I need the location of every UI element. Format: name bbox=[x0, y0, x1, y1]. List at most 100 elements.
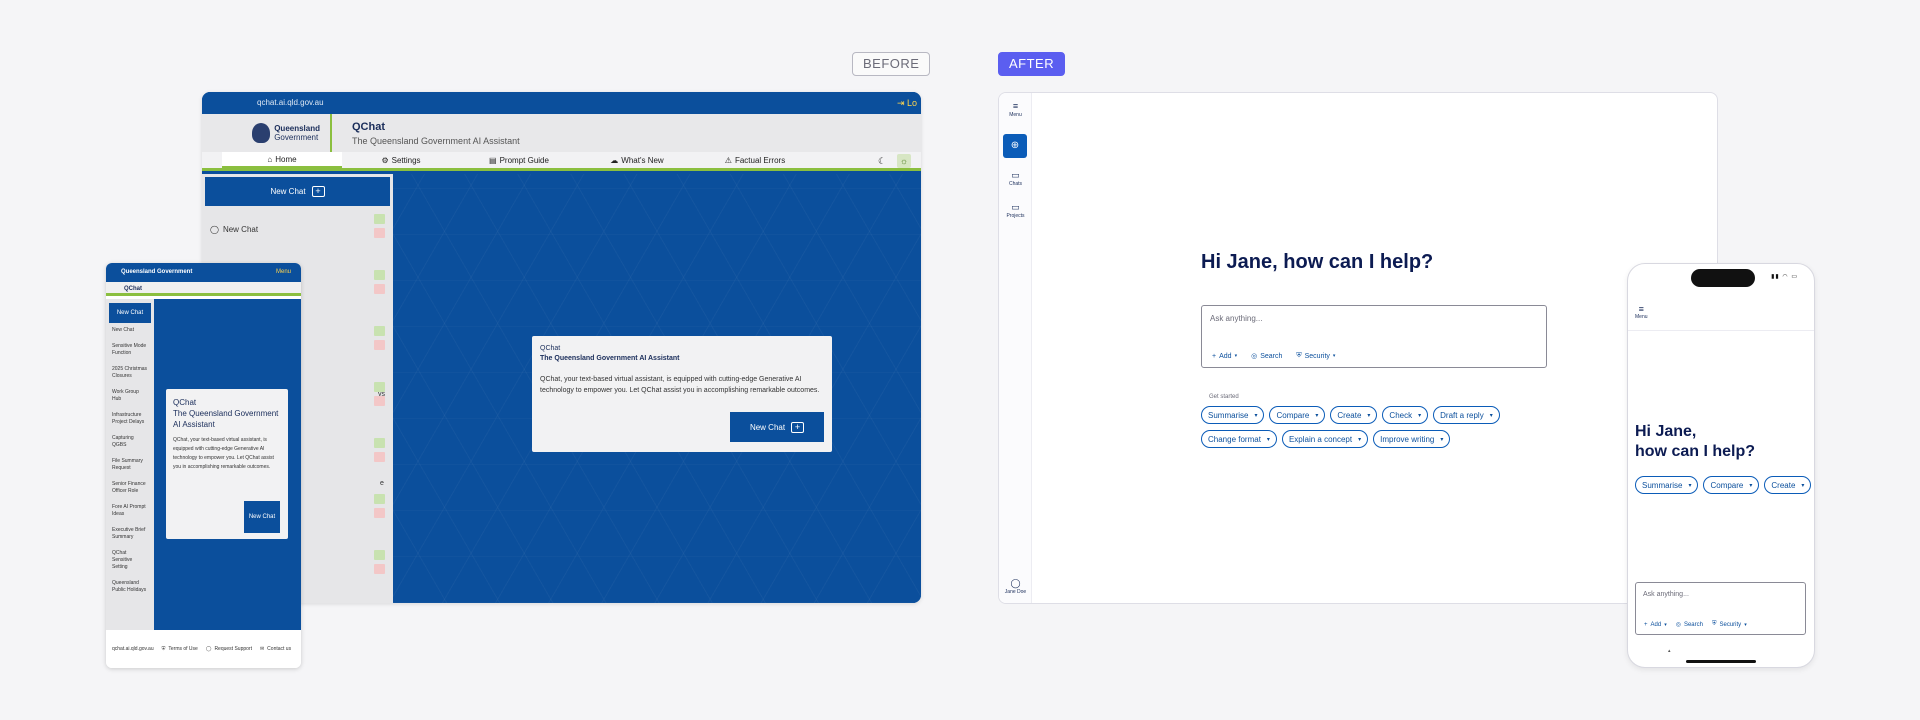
moon-icon[interactable]: ☾ bbox=[875, 154, 889, 168]
edit-icon[interactable] bbox=[374, 438, 385, 448]
delete-icon[interactable] bbox=[374, 564, 385, 574]
sidebar-chat-item[interactable]: File Summary Request bbox=[106, 458, 154, 472]
ask-input[interactable]: Ask anything... + Add ▾ ◎ Search ⛨ Security ▾ bbox=[1635, 582, 1806, 635]
new-chat-button[interactable]: New Chat + bbox=[205, 177, 390, 206]
chats-icon: ▭ bbox=[1011, 170, 1020, 180]
sun-icon[interactable]: ☼ bbox=[897, 154, 911, 168]
card-subtitle: The Queensland Government AI Assistant bbox=[173, 409, 279, 429]
edit-icon[interactable] bbox=[374, 214, 385, 224]
prompt-chip[interactable]: Summarise ▾ bbox=[1635, 476, 1699, 494]
after-desktop-window: ≡ Menu ⊕ ▭ Chats ▭ Projects ◯ Jane Doe Hi Ja… bbox=[998, 92, 1718, 604]
sidebar-chat-item[interactable]: New Chat bbox=[106, 327, 154, 334]
sidebar-item-new-chat[interactable]: ◯ New Chat bbox=[210, 225, 258, 234]
crest-icon bbox=[252, 123, 271, 143]
security-button[interactable]: ⛨ Security ▾ bbox=[1712, 621, 1747, 628]
prompt-chip[interactable]: Compare ▾ bbox=[1269, 406, 1326, 424]
sidebar-chat-item[interactable]: Work Group Hub bbox=[106, 389, 154, 403]
welcome-card: QChat The Queensland Government AI Assist… bbox=[532, 336, 832, 452]
site-url: qchat.ai.qld.gov.au bbox=[257, 98, 324, 107]
sidebar-chat-item[interactable]: 2025 Christmas Closures bbox=[106, 366, 154, 380]
edit-icon[interactable] bbox=[374, 326, 385, 336]
before-label: BEFORE bbox=[852, 52, 931, 76]
prompt-chip[interactable]: Improve writing ▾ bbox=[1373, 430, 1451, 448]
chip-label: Create bbox=[1337, 410, 1362, 420]
edit-icon[interactable] bbox=[374, 270, 385, 280]
prompt-chip[interactable]: Create ▾ bbox=[1764, 476, 1812, 494]
nav-home[interactable]: ⌂ Home bbox=[222, 152, 342, 168]
nav-rail: ≡ Menu ⊕ ▭ Chats ▭ Projects bbox=[999, 93, 1032, 603]
chip-label: Draft a reply bbox=[1440, 410, 1484, 420]
nav-whats-new[interactable]: ☁ What's New bbox=[578, 152, 696, 168]
delete-icon[interactable] bbox=[374, 284, 385, 294]
delete-icon[interactable] bbox=[374, 396, 385, 406]
prompt-chip[interactable]: Summarise ▾ bbox=[1201, 406, 1265, 424]
ask-placeholder: Ask anything... bbox=[1210, 314, 1263, 323]
prompt-chip[interactable]: Compare ▾ bbox=[1703, 476, 1760, 494]
sidebar-chat-item[interactable]: QChat Sensitive Setting bbox=[106, 550, 154, 571]
rail-chats[interactable]: ▭ Chats bbox=[999, 170, 1032, 187]
chevron-down-icon: ▾ bbox=[1367, 412, 1371, 419]
hamburger-icon: ≡ bbox=[1012, 101, 1019, 111]
sidebar-chat-item[interactable]: Senior Finance Officer Role bbox=[106, 481, 154, 495]
user-profile[interactable]: ◯ Jane Doe bbox=[999, 578, 1032, 595]
edit-icon[interactable] bbox=[374, 550, 385, 560]
sidebar-chat-item[interactable]: Executive Brief Summary bbox=[106, 527, 154, 541]
security-button[interactable]: ⛨ Security ▾ bbox=[1296, 352, 1335, 360]
delete-icon[interactable] bbox=[374, 228, 385, 238]
warning-icon: ⚠ bbox=[724, 155, 732, 165]
greeting: Hi Jane, how can I help? bbox=[1635, 423, 1756, 460]
ask-input[interactable]: Ask anything... + Add ▾ ◎ Search ⛨ Security ▾ bbox=[1201, 305, 1547, 368]
user-settings-icon: ⚙ bbox=[381, 155, 389, 165]
sidebar-chat-item[interactable]: Fore AI Prompt Ideas bbox=[106, 504, 154, 518]
prompt-chip[interactable]: Draft a reply ▾ bbox=[1433, 406, 1500, 424]
nav-prompt-guide[interactable]: ▤ Prompt Guide bbox=[460, 152, 578, 168]
nav-settings[interactable]: ⚙ Settings bbox=[342, 152, 460, 168]
before-mobile-window: Queensland Government Menu QChat New Cha… bbox=[106, 263, 301, 668]
logout-link[interactable]: ⇥ Lo bbox=[897, 92, 921, 114]
app-title: QChat bbox=[352, 120, 385, 133]
card-body: QChat, your text-based virtual assistant… bbox=[173, 437, 274, 470]
search-button[interactable]: ◎ Search bbox=[1251, 352, 1282, 361]
footer-terms-link[interactable]: ⛨ Terms of Use bbox=[162, 646, 198, 652]
rail-projects[interactable]: ▭ Projects bbox=[999, 202, 1032, 219]
shield-icon: ⛨ bbox=[1711, 621, 1717, 627]
sidebar-chat-item[interactable]: Capturing QGBS bbox=[106, 435, 154, 449]
chip-label: Summarise bbox=[1208, 410, 1249, 420]
delete-icon[interactable] bbox=[374, 452, 385, 462]
chip-label: Compare bbox=[1710, 480, 1744, 490]
delete-icon[interactable] bbox=[374, 508, 385, 518]
new-chat-button[interactable]: New Chat bbox=[109, 303, 151, 323]
footer-contact-link[interactable]: ✉ Contact us bbox=[260, 646, 291, 652]
rail-menu[interactable]: ≡ Menu bbox=[999, 101, 1032, 118]
header-divider bbox=[1628, 330, 1814, 331]
delete-icon[interactable] bbox=[374, 340, 385, 350]
chevron-down-icon: ▾ bbox=[1801, 482, 1805, 489]
nav-factual-errors[interactable]: ⚠ Factual Errors bbox=[696, 152, 814, 168]
sidebar-chat-item[interactable]: Sensitive Mode Function bbox=[106, 343, 154, 357]
document-icon: ▤ bbox=[489, 155, 497, 165]
help-icon: ◯ bbox=[205, 646, 212, 652]
prompt-chip[interactable]: Create ▾ bbox=[1330, 406, 1378, 424]
qld-gov-logo[interactable]: Queensland Government bbox=[202, 114, 332, 152]
chip-label: Compare bbox=[1276, 410, 1310, 420]
sidebar-chat-item[interactable]: Infrastructure Project Delays bbox=[106, 412, 154, 426]
prompt-chip[interactable]: Check ▾ bbox=[1382, 406, 1429, 424]
search-button[interactable]: ◎ Search bbox=[1676, 621, 1703, 629]
footer-url[interactable]: qchat.ai.qld.gov.au bbox=[112, 646, 154, 652]
add-button[interactable]: + Add ▾ bbox=[1212, 352, 1237, 360]
edit-icon[interactable] bbox=[374, 494, 385, 504]
add-button[interactable]: + Add ▾ bbox=[1644, 621, 1667, 628]
prompt-chip[interactable]: Explain a concept ▾ bbox=[1281, 430, 1369, 448]
footer-support-link[interactable]: ◯ Request Support bbox=[206, 646, 252, 652]
card-new-chat-button[interactable]: New Chat + bbox=[730, 412, 824, 442]
prompt-chip[interactable]: Change format ▾ bbox=[1201, 430, 1277, 448]
new-chat-rail-button[interactable]: ⊕ bbox=[1003, 134, 1027, 158]
chip-label: Explain a concept bbox=[1288, 434, 1353, 444]
sidebar-chat-item[interactable]: Queensland Public Holidays bbox=[106, 580, 154, 594]
menu-button[interactable]: Menu bbox=[276, 263, 291, 282]
mobile-menu[interactable]: ≡ Menu bbox=[1635, 304, 1648, 320]
mobile-app-title: QChat bbox=[106, 282, 301, 296]
chevron-down-icon: ▾ bbox=[1234, 353, 1238, 359]
edit-icon[interactable] bbox=[374, 382, 385, 392]
card-new-chat-button[interactable]: New Chat bbox=[244, 501, 280, 533]
